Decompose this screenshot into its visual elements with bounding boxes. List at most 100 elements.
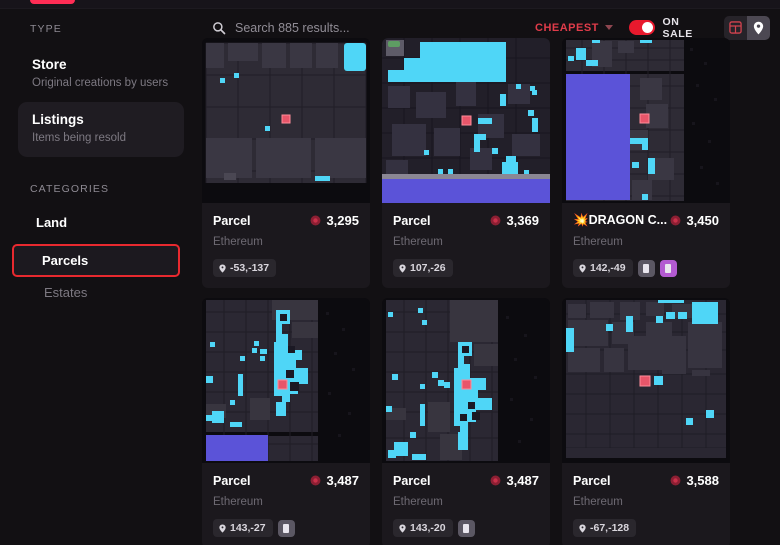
- listing-card-body: Parcel 3,369 Ethereum 107,-26: [382, 203, 550, 288]
- listing-meta-row: 143,-20: [393, 519, 539, 537]
- map-canvas: [382, 38, 550, 203]
- type-option-store[interactable]: Store Original creations by users: [18, 47, 184, 102]
- listing-card-body: Parcel 3,487 Ethereum: [202, 463, 370, 545]
- mana-icon: [671, 475, 681, 486]
- listing-network: Ethereum: [573, 496, 623, 508]
- search-area: [206, 20, 535, 35]
- parcel-map-thumbnail: [202, 298, 370, 463]
- grid-view-button[interactable]: [723, 15, 747, 40]
- active-nav-indicator: [30, 0, 75, 4]
- mana-icon: [671, 215, 681, 226]
- listing-title: 💥DRAGON C...: [573, 213, 668, 227]
- filters-sidebar: TYPE Store Original creations by users L…: [0, 9, 196, 545]
- sort-dropdown[interactable]: CHEAPEST: [535, 22, 613, 34]
- road-badge: [277, 519, 295, 537]
- listing-meta-row: -67,-128: [573, 519, 719, 537]
- map-view-button[interactable]: [746, 15, 770, 40]
- parcel-map-thumbnail: [562, 298, 730, 463]
- listing-meta-row: 142,-49: [573, 259, 719, 277]
- map-canvas: [382, 298, 550, 463]
- type-section-label: TYPE: [30, 23, 62, 35]
- listing-card-body: Parcel 3,487 Ethereum: [382, 463, 550, 545]
- listing-card-body: Parcel 3,588 Ethereum -67,-128: [562, 463, 730, 545]
- map-canvas: [202, 38, 370, 203]
- listing-price-value: 3,450: [686, 213, 719, 228]
- listing-card-header: 💥DRAGON C... 3,450: [573, 213, 719, 228]
- type-option-listings-subtitle: Items being resold: [32, 132, 126, 144]
- listing-title: Parcel: [213, 473, 251, 488]
- sidebar-item-estates[interactable]: Estates: [14, 277, 180, 308]
- listing-card[interactable]: 💥DRAGON C... 3,450 Ethereum 142,-49: [562, 38, 730, 288]
- listing-price: 3,369: [490, 213, 539, 228]
- listing-meta-row: 143,-27: [213, 519, 359, 537]
- on-sale-filter[interactable]: ON SALE: [628, 15, 708, 40]
- listing-card[interactable]: Parcel 3,295 Ethereum -53,-137: [202, 38, 370, 288]
- marketplace-page: TYPE Store Original creations by users L…: [0, 0, 780, 545]
- search-input[interactable]: [235, 20, 535, 35]
- listing-card-header: Parcel 3,295: [213, 213, 359, 228]
- listing-meta-row: 107,-26: [393, 259, 539, 277]
- road-badge: [637, 259, 655, 277]
- on-sale-toggle[interactable]: [628, 20, 656, 35]
- mana-icon: [311, 215, 321, 226]
- listing-card-body: Parcel 3,295 Ethereum -53,-137: [202, 203, 370, 288]
- coordinates-value: -67,-128: [590, 522, 630, 534]
- results-grid: Parcel 3,295 Ethereum -53,-137 Parcel 3,…: [202, 38, 774, 545]
- chevron-down-icon: [604, 25, 613, 30]
- road-icon: [463, 523, 470, 533]
- coordinates-pill: -67,-128: [573, 519, 637, 537]
- listing-card-header: Parcel 3,588: [573, 473, 719, 488]
- listing-price-value: 3,295: [326, 213, 359, 228]
- listing-network: Ethereum: [213, 236, 263, 248]
- parcel-map-thumbnail: [562, 38, 730, 203]
- map-canvas: [562, 38, 730, 203]
- road-icon: [283, 523, 290, 533]
- listing-card[interactable]: Parcel 3,487 Ethereum: [202, 298, 370, 545]
- view-toggle-group: [723, 15, 770, 40]
- listing-price-value: 3,588: [686, 473, 719, 488]
- listing-price: 3,295: [310, 213, 359, 228]
- sidebar-item-parcels[interactable]: Parcels: [12, 244, 180, 277]
- map-canvas: [562, 298, 730, 463]
- on-sale-label: ON SALE: [662, 15, 693, 40]
- categories-section-label: CATEGORIES: [30, 183, 110, 195]
- plaza-badge: [659, 259, 677, 277]
- parcel-map-thumbnail: [382, 298, 550, 463]
- listing-network: Ethereum: [573, 236, 623, 248]
- listing-title: Parcel: [213, 213, 251, 228]
- listing-network: Ethereum: [393, 496, 443, 508]
- listing-card[interactable]: Parcel 3,588 Ethereum -67,-128: [562, 298, 730, 545]
- map-pin-icon: [219, 523, 226, 533]
- coordinates-value: 143,-27: [230, 522, 266, 534]
- listing-price-value: 3,369: [506, 213, 539, 228]
- listing-card[interactable]: Parcel 3,369 Ethereum 107,-26: [382, 38, 550, 288]
- coordinates-value: 107,-26: [410, 262, 446, 274]
- coordinates-value: 143,-20: [410, 522, 446, 534]
- listing-card-body: 💥DRAGON C... 3,450 Ethereum 142,-49: [562, 203, 730, 288]
- coordinates-pill: 142,-49: [573, 259, 633, 277]
- map-pin-icon: [579, 263, 586, 273]
- map-canvas: [202, 298, 370, 463]
- type-filter-group: Store Original creations by users Listin…: [18, 47, 184, 157]
- type-option-listings-title: Listings: [32, 112, 84, 127]
- parcel-map-thumbnail: [202, 38, 370, 203]
- type-option-store-title: Store: [32, 57, 67, 72]
- map-pin-icon: [753, 21, 764, 34]
- map-pin-icon: [399, 263, 406, 273]
- type-option-listings[interactable]: Listings Items being resold: [18, 102, 184, 157]
- listing-card[interactable]: Parcel 3,487 Ethereum: [382, 298, 550, 545]
- listing-network: Ethereum: [393, 236, 443, 248]
- coordinates-pill: 143,-27: [213, 519, 273, 537]
- sidebar-item-land[interactable]: Land: [14, 207, 180, 238]
- listing-price-value: 3,487: [326, 473, 359, 488]
- map-pin-icon: [399, 523, 406, 533]
- search-icon: [213, 21, 226, 34]
- top-navigation-bar: [0, 0, 780, 9]
- map-pin-icon: [219, 263, 226, 273]
- listing-price: 3,588: [670, 473, 719, 488]
- grid-icon: [728, 21, 742, 34]
- plaza-icon: [665, 263, 672, 273]
- sort-dropdown-label: CHEAPEST: [535, 21, 599, 34]
- listing-price: 3,487: [490, 473, 539, 488]
- toggle-knob: [642, 22, 654, 33]
